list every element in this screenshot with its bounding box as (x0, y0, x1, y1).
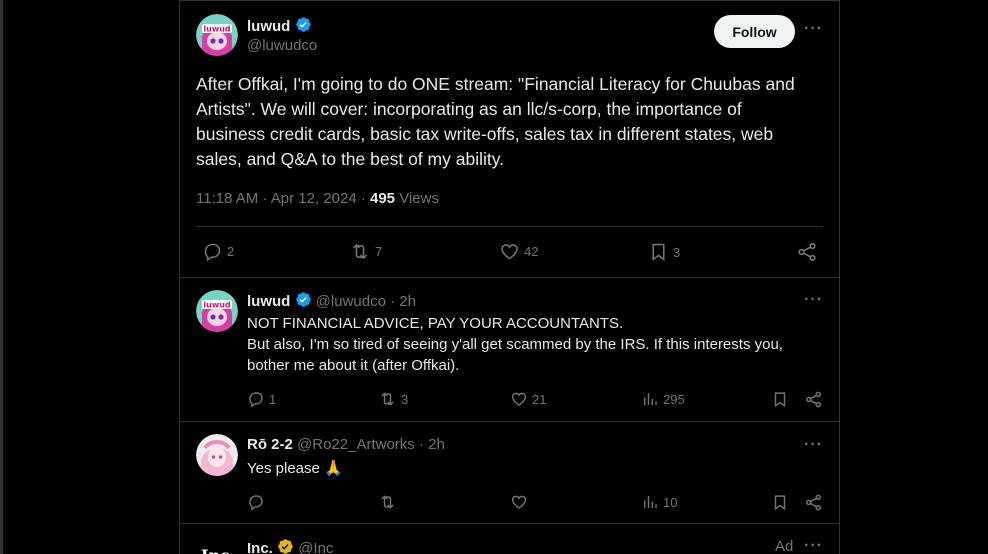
divider (196, 226, 823, 227)
reply-text: Yes please 🙏 (247, 458, 343, 479)
reply-icon (247, 493, 265, 511)
author-handle[interactable]: @Ro22_Artworks (297, 436, 415, 453)
views-icon (641, 493, 659, 511)
follow-label: Follow (732, 23, 777, 40)
bookmark-icon (771, 390, 789, 409)
like-icon (510, 493, 528, 511)
bookmark-button[interactable] (771, 390, 789, 409)
like-count: 21 (532, 391, 547, 407)
share-icon (804, 390, 823, 409)
author-handle[interactable]: @luwudco (316, 293, 386, 310)
views-icon (641, 390, 659, 408)
avatar[interactable]: Inc. (196, 536, 238, 554)
reply-icon (247, 390, 265, 408)
reply-text-line: But also, I'm so tired of seeing y'all g… (247, 336, 783, 353)
like-icon (510, 390, 528, 408)
views-button[interactable]: 295 (641, 390, 685, 408)
share-button[interactable] (796, 241, 818, 263)
reply-text-line: bother me about it (after Offkai). (247, 357, 460, 374)
bookmark-button[interactable]: 3 (648, 241, 680, 263)
views-label: Views (399, 190, 439, 207)
repost-button[interactable]: 3 (378, 390, 408, 408)
like-button[interactable]: 42 (499, 241, 538, 262)
share-button[interactable] (804, 390, 823, 409)
reply-time[interactable]: · 2h (390, 293, 416, 310)
views-button[interactable]: 10 (641, 493, 677, 511)
views-count: 10 (663, 494, 678, 510)
repost-icon (349, 241, 371, 262)
author-handle[interactable]: @Inc (298, 540, 333, 554)
svg-text:luwud: luwud (203, 301, 231, 310)
author-name[interactable]: Rō 2-2 (247, 436, 293, 453)
like-button[interactable]: 21 (510, 390, 546, 408)
follow-button[interactable]: Follow (714, 15, 795, 48)
reply-button[interactable]: 2 (202, 241, 234, 262)
reply-time[interactable]: · 2h (419, 436, 445, 453)
bookmark-icon (771, 493, 789, 512)
ad-avatar-logo: Inc. (201, 546, 235, 554)
reply-count: 1 (269, 391, 277, 407)
share-button[interactable] (804, 493, 823, 512)
svg-text:luwud: luwud (203, 25, 231, 34)
divider (180, 277, 839, 278)
repost-button[interactable]: 7 (349, 241, 382, 262)
author-name[interactable]: Inc. (247, 540, 273, 554)
verified-gold-icon (277, 538, 294, 554)
more-icon[interactable]: ··· (804, 20, 823, 38)
reply-button[interactable]: 1 (247, 390, 276, 408)
bookmark-button[interactable] (771, 493, 789, 512)
repost-count: 7 (375, 244, 383, 259)
share-icon (804, 493, 823, 512)
avatar[interactable]: luwud (196, 290, 238, 332)
avatar[interactable] (196, 434, 238, 476)
reply-text-line: Yes please 🙏 (247, 460, 343, 477)
author-name[interactable]: luwud (247, 293, 290, 310)
tweet-text: After Offkai, I'm going to do ONE stream… (196, 72, 826, 172)
divider (180, 523, 839, 524)
tweet-text-line: business credit cards, basic tax write-o… (196, 124, 774, 144)
share-icon (796, 241, 818, 263)
tweet-text-line: sales, and Q&A to the best of my ability… (196, 149, 505, 169)
more-icon[interactable]: ··· (804, 537, 823, 554)
ad-label: Ad (775, 538, 794, 554)
views-count: 495 (370, 190, 396, 207)
more-icon[interactable]: ··· (804, 436, 823, 454)
avatar[interactable]: luwud (196, 14, 238, 56)
author-handle[interactable]: @luwudco (247, 37, 317, 54)
bookmark-icon (648, 241, 669, 263)
tweet-text-line: Artists". We will cover: incorporating a… (196, 99, 742, 119)
like-count: 42 (524, 244, 539, 259)
more-icon[interactable]: ··· (804, 291, 823, 309)
views-count: 295 (663, 391, 685, 407)
repost-button[interactable] (378, 493, 397, 511)
repost-icon (378, 493, 397, 511)
bookmark-count: 3 (673, 244, 681, 260)
reply-icon (202, 241, 223, 262)
like-icon (499, 241, 520, 262)
divider (180, 421, 839, 422)
repost-count: 3 (401, 391, 409, 407)
reply-text-line: NOT FINANCIAL ADVICE, PAY YOUR ACCOUNTAN… (247, 315, 624, 332)
timestamp[interactable]: 11:18 AM · Apr 12, 2024 · (196, 190, 370, 207)
tweet-text-line: After Offkai, I'm going to do ONE stream… (196, 74, 795, 94)
reply-button[interactable] (247, 493, 265, 511)
timeline-column: luwud luwud @luwudco Follow ··· After Of… (179, 0, 840, 554)
repost-icon (378, 390, 397, 408)
left-border (0, 0, 3, 554)
reply-count: 2 (227, 244, 235, 259)
like-button[interactable] (510, 493, 528, 511)
tweet-meta: 11:18 AM · Apr 12, 2024 · 495 Views (196, 190, 439, 207)
verified-icon (295, 291, 312, 312)
verified-icon (295, 16, 312, 38)
reply-text: NOT FINANCIAL ADVICE, PAY YOUR ACCOUNTAN… (247, 313, 783, 376)
author-name[interactable]: luwud (247, 18, 290, 35)
